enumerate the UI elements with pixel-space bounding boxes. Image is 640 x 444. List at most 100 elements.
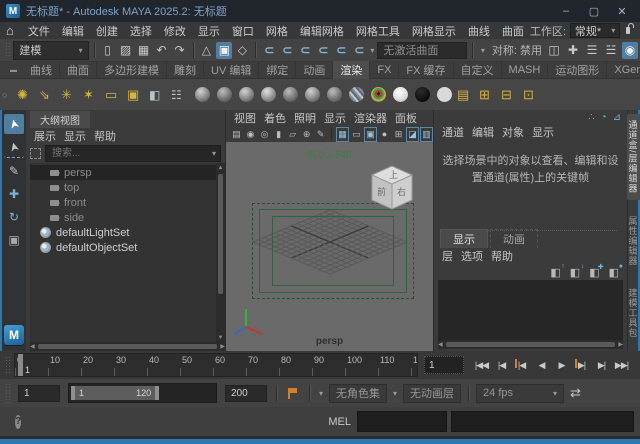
menu-set-selector[interactable]: 建模 ▾ (13, 41, 88, 60)
menu-item[interactable]: 网格工具 (350, 23, 406, 39)
select-by-component-icon[interactable]: ◇ (234, 42, 250, 59)
sidebar-tab[interactable]: 属性编辑器 (627, 210, 640, 272)
use-background-icon[interactable] (435, 84, 454, 106)
lambert-material-icon[interactable] (259, 84, 278, 106)
viewport-menu-item[interactable]: 照明 (294, 110, 324, 126)
step-forward-key-button[interactable]: ▶| (572, 356, 591, 374)
film-gate-icon[interactable]: ▭ (350, 127, 363, 142)
ramp-material-icon[interactable] (369, 84, 388, 106)
shelf-tab[interactable]: 自定义 (454, 61, 502, 79)
select-tool-button[interactable]: ➤ (4, 114, 24, 134)
point-light-icon[interactable]: ✳ (61, 84, 80, 106)
command-line-grip[interactable] (5, 411, 6, 431)
shelf-tab[interactable]: UV 编辑 (204, 61, 259, 79)
safe-title-icon[interactable]: ▥ (420, 127, 433, 142)
chevron-down-icon[interactable]: ▾ (481, 46, 485, 55)
time-slider[interactable]: 0102030405060708090100110120 1 (14, 353, 418, 377)
shelf-tab[interactable]: 渲染 (333, 61, 370, 79)
scroll-left-icon[interactable]: ◀ (30, 342, 35, 351)
shelf-tab[interactable]: 曲面 (60, 61, 97, 79)
view-cube-right-label[interactable]: 右 (397, 186, 406, 197)
grease-pencil-icon[interactable]: ✎ (314, 127, 327, 142)
play-backwards-button[interactable]: ◀ (532, 356, 551, 374)
scroll-up-icon[interactable]: ▲ (218, 163, 224, 172)
animation-start-field[interactable] (18, 385, 60, 402)
shelf-tab[interactable]: 雕刻 (167, 61, 204, 79)
undo-icon[interactable]: ↶ (154, 42, 170, 59)
create-render-layer-icon[interactable]: ⊟ (501, 84, 520, 106)
bookmark-icon[interactable]: ▮ (272, 127, 285, 142)
spot-light-icon[interactable]: ✶ (83, 84, 102, 106)
layer-horizontal-scrollbar[interactable]: ◀ ▶ (438, 340, 623, 349)
surface-shader-icon[interactable] (391, 84, 410, 106)
toolbar-grip[interactable] (5, 42, 10, 57)
scroll-down-icon[interactable]: ▼ (218, 333, 224, 342)
gate-mask-icon[interactable]: ● (378, 127, 391, 142)
render-settings-icon[interactable]: ☷ (171, 84, 190, 106)
snap-to-projected-center-icon[interactable]: ⊂ (315, 42, 331, 59)
menu-item[interactable]: 网格显示 (406, 23, 462, 39)
step-back-frame-button[interactable]: |◀ (492, 356, 511, 374)
playback-loop-icon[interactable]: ⇄ (570, 385, 581, 401)
safe-action-icon[interactable]: ◪ (406, 127, 419, 142)
scrollbar-thumb[interactable] (446, 342, 616, 347)
range-slider[interactable]: 1 120 (68, 383, 217, 403)
grid-toggle-icon[interactable]: ▦ (336, 127, 349, 142)
menu-item[interactable]: 窗口 (226, 23, 260, 39)
redo-icon[interactable]: ↷ (172, 42, 188, 59)
new-scene-icon[interactable]: ▯ (100, 42, 116, 59)
chevron-down-icon[interactable]: ▾ (393, 389, 397, 398)
search-input[interactable] (50, 147, 212, 160)
shelf-editor-icon[interactable]: ○ (2, 84, 14, 106)
blinn-material-icon[interactable] (237, 84, 256, 106)
channel-box-menu-item[interactable]: 显示 (532, 124, 562, 140)
channel-box-menu-item[interactable]: 通道 (442, 124, 472, 140)
scroll-right-icon[interactable]: ▶ (618, 340, 623, 349)
render-setup-icon[interactable]: ⊞ (479, 84, 498, 106)
channel-box-menu-item[interactable]: 对象 (502, 124, 532, 140)
move-layer-up-icon[interactable]: ◧↑ (550, 266, 560, 279)
maximize-button[interactable]: ▢ (580, 1, 608, 21)
sidebar-tab[interactable]: 通道盒/层编辑器 (627, 114, 640, 200)
ambient-light-icon[interactable]: ✺ (17, 84, 36, 106)
soft-select-settings-icon[interactable]: ☰ (584, 42, 600, 59)
layered-shader-icon[interactable] (325, 84, 344, 106)
outliner-item[interactable]: persp (30, 165, 216, 180)
rotate-tool-button[interactable]: ↻ (4, 207, 24, 227)
viewport-toolbar-divider[interactable] (331, 128, 332, 140)
menu-item[interactable]: 曲面 (496, 23, 530, 39)
view-cube[interactable]: 上 前 右 (363, 162, 421, 214)
menu-item[interactable]: 编辑 (56, 23, 90, 39)
shelf-tab[interactable]: 动画 (296, 61, 333, 79)
mel-result-field[interactable] (451, 411, 634, 432)
home-icon[interactable]: ⌂ (6, 23, 14, 38)
hypershade-icon[interactable]: ▤ (457, 84, 476, 106)
step-forward-frame-button[interactable]: ▶| (592, 356, 611, 374)
lock-camera-icon[interactable]: ◉ (244, 127, 257, 142)
anim-layer-selector[interactable]: 无动画层 (403, 384, 461, 403)
layer-editor-menu-item[interactable]: 层 (442, 248, 461, 264)
viewport-menu-item[interactable]: 视图 (234, 110, 264, 126)
viewport-menu-item[interactable]: 面板 (395, 110, 425, 126)
outliner-item[interactable]: top (30, 180, 216, 195)
field-chart-icon[interactable]: ⊞ (392, 127, 405, 142)
current-frame-field[interactable] (424, 356, 464, 374)
chevron-down-icon[interactable]: ▾ (212, 149, 216, 158)
fps-selector[interactable]: 24 fps ▾ (476, 384, 564, 403)
toggle-render-layers-icon[interactable]: ⊡ (523, 84, 542, 106)
channel-graph-icon[interactable]: ⊿ (613, 112, 621, 123)
menu-item[interactable]: 网格 (260, 23, 294, 39)
shelf-tab[interactable]: 多边形建模 (97, 61, 167, 79)
menu-item[interactable]: 创建 (90, 23, 124, 39)
open-scene-icon[interactable]: ▨ (118, 42, 134, 59)
layer-list[interactable] (438, 280, 623, 340)
viewport-camera-icon[interactable]: ▤ (230, 127, 243, 142)
menu-item[interactable]: 文件 (22, 23, 56, 39)
command-line-divider[interactable] (322, 411, 323, 431)
animation-end-field[interactable] (225, 385, 267, 402)
scale-tool-button[interactable]: ▣ (4, 230, 24, 250)
play-forwards-button[interactable]: ▶ (552, 356, 571, 374)
move-tool-button[interactable]: ✚ (4, 184, 24, 204)
snap-to-grid-icon[interactable]: ⊂ (261, 42, 277, 59)
viewport-menu-item[interactable]: 着色 (264, 110, 294, 126)
